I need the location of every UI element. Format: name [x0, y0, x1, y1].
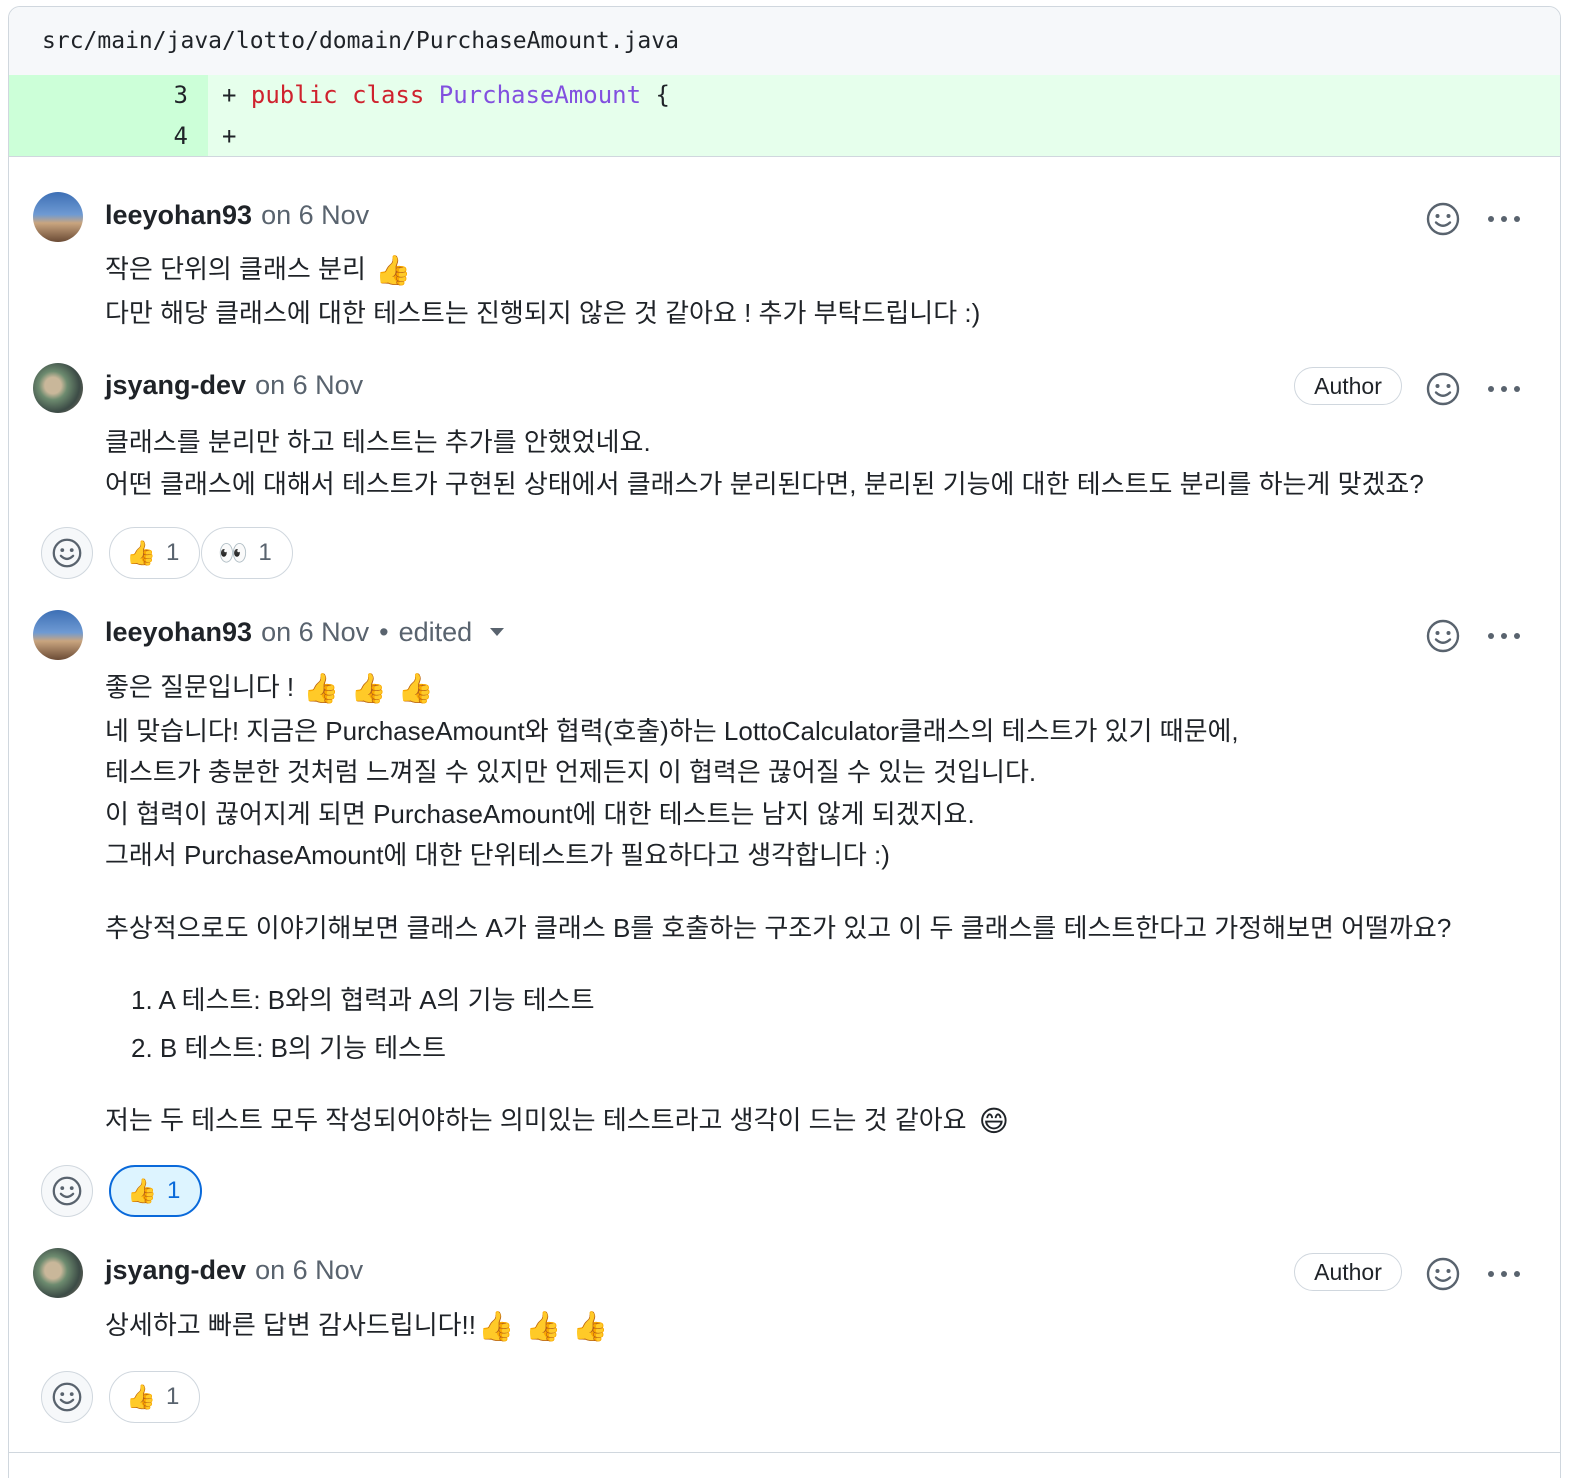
author-link[interactable]: leeyohan93: [105, 617, 252, 648]
reaction-count: 1: [167, 1177, 181, 1204]
code-line: + public class PurchaseAmount {: [222, 81, 670, 109]
timestamp[interactable]: on 6 Nov: [255, 1255, 363, 1286]
reaction-thumbs-up[interactable]: 👍 1: [109, 1371, 201, 1423]
timestamp[interactable]: on 6 Nov: [255, 370, 363, 401]
comment-line: 테스트가 충분한 것처럼 느껴질 수 있지만 언제든지 이 협력은 끊어질 수 …: [105, 757, 1037, 787]
thumbs-up-emoji: 👍: [525, 1311, 562, 1343]
eyes-emoji: 👀: [218, 539, 249, 567]
thumbs-up-emoji: 👍: [126, 1383, 156, 1411]
smiley-icon: [52, 538, 82, 568]
divider: [9, 1452, 1560, 1453]
author-badge: Author: [1294, 1253, 1402, 1291]
comment-line: 그래서 PurchaseAmount에 대한 단위테스트가 필요하다고 생각합니…: [105, 840, 890, 870]
comment-paragraph: 추상적으로도 이야기해보면 클래스 A가 클래스 B를 호출하는 구조가 있고 …: [105, 912, 1452, 943]
smiley-icon[interactable]: [1425, 371, 1461, 407]
comment-body: 클래스를 분리만 하고 테스트는 추가를 안했었네요. 어떤 클래스에 대해서 …: [105, 422, 1424, 505]
smiley-icon: [52, 1382, 82, 1412]
author-link[interactable]: jsyang-dev: [105, 370, 246, 401]
kebab-horizontal-icon[interactable]: [1484, 618, 1524, 654]
smiley-icon: [52, 1176, 82, 1206]
comment-body: 작은 단위의 클래스 분리 👍 다만 해당 클래스에 대한 테스트는 진행되지 …: [105, 249, 980, 334]
list-item: 1. A 테스트: B와의 협력과 A의 기능 테스트: [131, 985, 595, 1015]
file-path-text: src/main/java/lotto/domain/PurchaseAmoun…: [42, 28, 679, 54]
comment-line: 어떤 클래스에 대해서 테스트가 구현된 상태에서 클래스가 분리된다면, 분리…: [105, 468, 1424, 499]
comment-line: 저는 두 테스트 모두 작성되어야하는 의미있는 테스트라고 생각이 드는 것 …: [105, 1105, 967, 1135]
reaction-count: 1: [166, 1383, 180, 1410]
comment-line: 이 협력이 끊어지게 되면 PurchaseAmount에 대한 테스트는 남지…: [105, 798, 975, 829]
list-item: 2. B 테스트: B의 기능 테스트: [131, 1033, 446, 1063]
reaction-thumbs-up-selected[interactable]: 👍 1: [109, 1165, 203, 1217]
avatar[interactable]: [33, 610, 83, 660]
line-number[interactable]: 4: [9, 116, 208, 156]
line-number[interactable]: 3: [9, 75, 208, 116]
reaction-count: 1: [258, 539, 272, 566]
kebab-horizontal-icon[interactable]: [1484, 1256, 1524, 1292]
avatar[interactable]: [33, 192, 83, 242]
add-reaction-button[interactable]: [41, 527, 93, 579]
file-path[interactable]: src/main/java/lotto/domain/PurchaseAmoun…: [9, 7, 1560, 75]
diff-line: 4 +: [9, 116, 1560, 157]
smiley-icon[interactable]: [1425, 618, 1461, 654]
comment-line: 좋은 질문입니다 !: [105, 672, 295, 702]
numbered-list: 1. A 테스트: B와의 협력과 A의 기능 테스트 2. B 테스트: B의…: [131, 976, 1451, 1072]
comment-line: 작은 단위의 클래스 분리: [105, 254, 366, 284]
add-reaction-button[interactable]: [41, 1371, 93, 1423]
thumbs-up-emoji: 👍: [350, 673, 387, 705]
separator-dot: •: [379, 616, 389, 647]
comment-body: 상세하고 빠른 답변 감사드립니다!!👍 👍 👍: [105, 1305, 610, 1349]
edited-label[interactable]: edited: [399, 617, 473, 648]
avatar[interactable]: [33, 1248, 83, 1298]
author-link[interactable]: leeyohan93: [105, 200, 252, 231]
smiley-icon[interactable]: [1425, 1256, 1461, 1292]
grinning-emoji: 😄: [978, 1106, 1009, 1138]
review-thread: src/main/java/lotto/domain/PurchaseAmoun…: [8, 6, 1561, 1478]
timestamp[interactable]: on 6 Nov: [261, 200, 369, 231]
kebab-horizontal-icon[interactable]: [1484, 201, 1524, 237]
thumbs-up-emoji: 👍: [126, 539, 156, 567]
comment-line: 네 맞습니다! 지금은 PurchaseAmount와 협력(호출)하는 Lot…: [105, 715, 1239, 746]
reactions-bar: 👍 1 👀 1: [41, 527, 293, 579]
comment-header: jsyang-dev on 6 Nov: [105, 368, 363, 402]
thumbs-up-emoji: 👍: [303, 673, 340, 705]
avatar[interactable]: [33, 363, 83, 413]
thumbs-up-emoji: 👍: [127, 1177, 157, 1205]
chevron-down-icon[interactable]: [490, 628, 505, 636]
author-badge: Author: [1294, 367, 1402, 405]
comment-line: 다만 해당 클래스에 대한 테스트는 진행되지 않은 것 같아요 ! 추가 부탁…: [105, 297, 981, 328]
reactions-bar: 👍 1: [41, 1165, 203, 1217]
kebab-horizontal-icon[interactable]: [1484, 371, 1524, 407]
timestamp[interactable]: on 6 Nov: [261, 617, 369, 648]
code-line: +: [222, 122, 237, 150]
reaction-thumbs-up[interactable]: 👍 1: [109, 527, 201, 579]
comment-header: jsyang-dev on 6 Nov: [105, 1253, 363, 1287]
reaction-eyes[interactable]: 👀 1: [201, 527, 293, 579]
add-reaction-button[interactable]: [41, 1165, 93, 1217]
thumbs-up-emoji: 👍: [397, 673, 434, 705]
comment-line: 상세하고 빠른 답변 감사드립니다!!: [105, 1310, 476, 1340]
comment-header: leeyohan93 on 6 Nov • edited: [105, 615, 505, 649]
reactions-bar: 👍 1: [41, 1371, 201, 1423]
comment-line: 클래스를 분리만 하고 테스트는 추가를 안했었네요.: [105, 427, 651, 457]
comment-header: leeyohan93 on 6 Nov: [105, 198, 369, 232]
comment-body: 좋은 질문입니다 ! 👍 👍 👍 네 맞습니다! 지금은 PurchaseAmo…: [105, 667, 1451, 1144]
author-link[interactable]: jsyang-dev: [105, 1255, 246, 1286]
thumbs-up-emoji: 👍: [572, 1311, 609, 1343]
thumbs-up-emoji: 👍: [477, 1311, 515, 1343]
diff-line: 3 + public class PurchaseAmount {: [9, 75, 1560, 116]
smiley-icon[interactable]: [1425, 201, 1461, 237]
reaction-count: 1: [166, 539, 180, 566]
thumbs-up-emoji: 👍: [375, 255, 412, 287]
